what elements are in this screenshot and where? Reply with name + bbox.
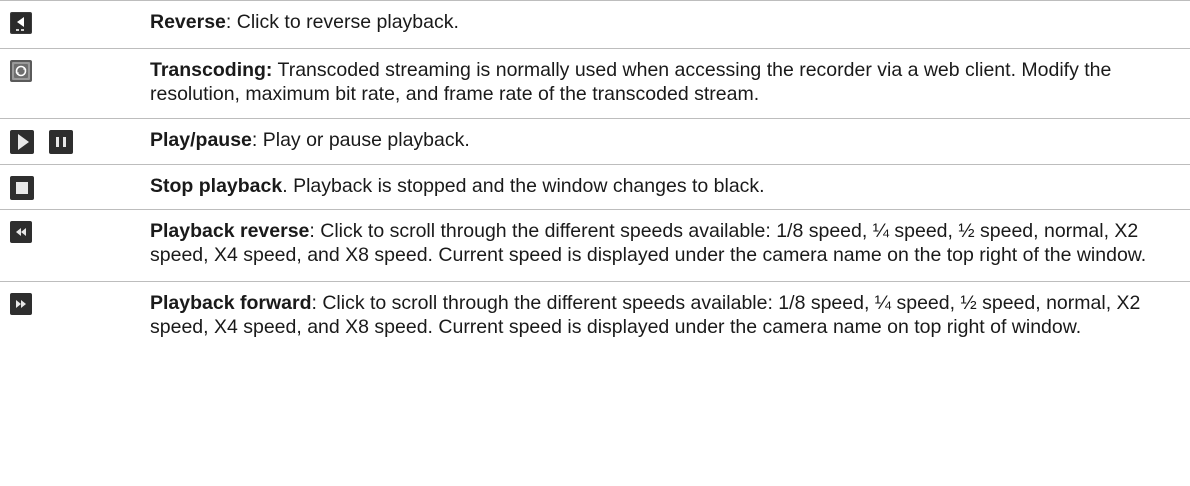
pause-icon[interactable] <box>49 130 74 154</box>
rewind-icon[interactable] <box>10 221 32 243</box>
row-separator: : <box>311 292 323 314</box>
description-cell: Transcoding: Transcoded streaming is nor… <box>150 48 1190 119</box>
row-separator: . <box>282 175 294 197</box>
fast-forward-icon[interactable] <box>10 293 32 315</box>
icon-cell <box>0 164 150 210</box>
row-separator: : <box>225 11 237 33</box>
table-row-reverse: Reverse: Click to reverse playback. <box>0 0 1190 49</box>
reverse-icon[interactable] <box>10 12 32 34</box>
description-cell: Playback reverse: Click to scroll throug… <box>150 209 1190 282</box>
row-separator: : <box>251 129 263 151</box>
table-row-playback-reverse: Playback reverse: Click to scroll throug… <box>0 209 1190 282</box>
table-row-transcoding: Transcoding: Transcoded streaming is nor… <box>0 48 1190 119</box>
icon-cell <box>0 118 150 165</box>
description-cell: Reverse: Click to reverse playback. <box>150 0 1190 49</box>
row-title: Reverse <box>150 11 226 33</box>
row-text: Click to reverse playback. <box>236 11 459 33</box>
row-title: Play/pause <box>150 129 252 151</box>
row-text: Playback is stopped and the window chang… <box>293 175 765 197</box>
row-title: Transcoding: <box>150 59 273 81</box>
description-cell: Stop playback. Playback is stopped and t… <box>150 164 1190 210</box>
row-title: Playback reverse <box>150 220 310 242</box>
row-text: Play or pause playback. <box>262 129 470 151</box>
icon-cell <box>0 48 150 119</box>
row-separator: : <box>309 220 321 242</box>
row-text: Transcoded streaming is normally used wh… <box>150 59 1112 105</box>
description-cell: Play/pause: Play or pause playback. <box>150 118 1190 165</box>
icon-cell <box>0 0 150 49</box>
table-row-stop: Stop playback. Playback is stopped and t… <box>0 164 1190 210</box>
description-cell: Playback forward: Click to scroll throug… <box>150 281 1190 349</box>
row-title: Playback forward <box>150 292 312 314</box>
control-description-table: Reverse: Click to reverse playback. Tran… <box>0 0 1190 349</box>
icon-cell <box>0 209 150 282</box>
transcoding-icon[interactable] <box>10 60 32 82</box>
row-title: Stop playback <box>150 175 283 197</box>
table-row-playback-forward: Playback forward: Click to scroll throug… <box>0 281 1190 349</box>
table-row-play-pause: Play/pause: Play or pause playback. <box>0 118 1190 165</box>
play-icon[interactable] <box>10 130 34 154</box>
stop-icon[interactable] <box>10 176 34 200</box>
icon-cell <box>0 281 150 349</box>
